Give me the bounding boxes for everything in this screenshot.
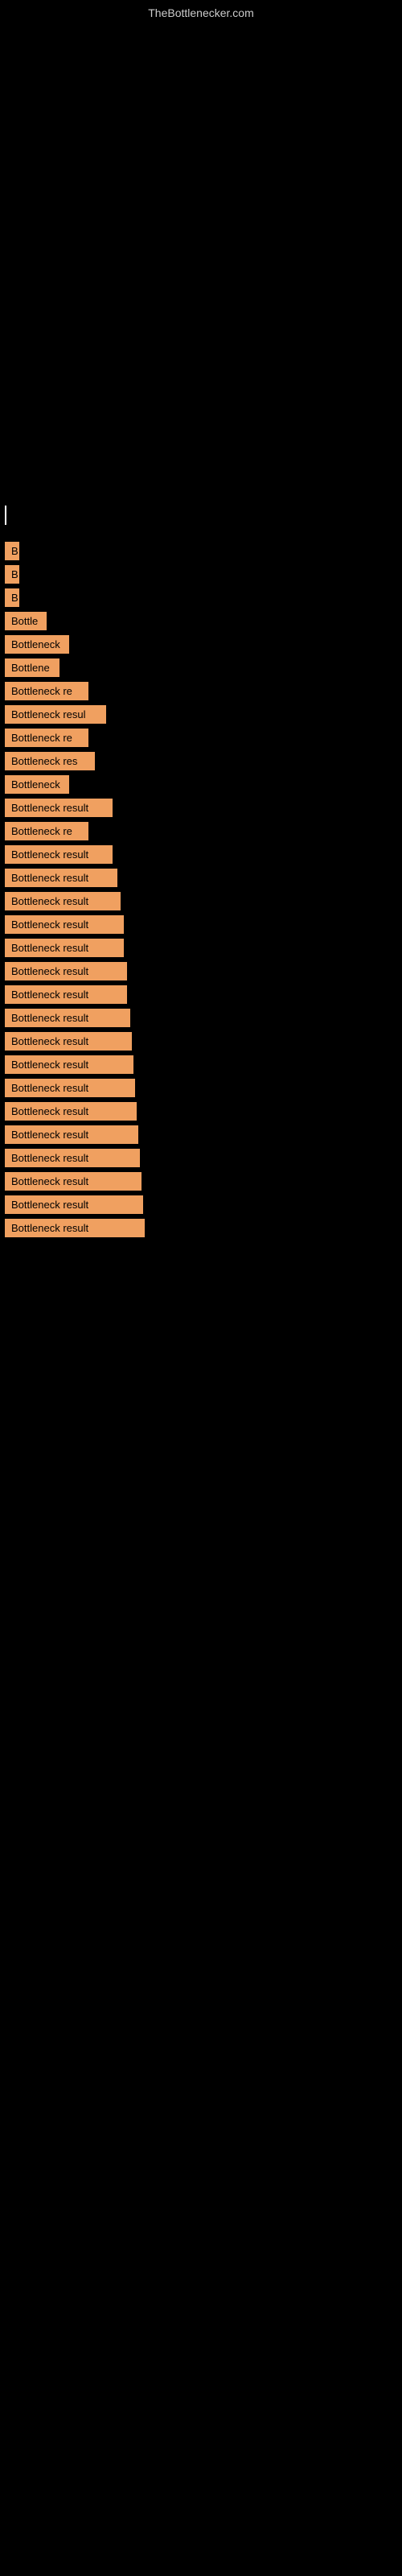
result-item-27[interactable]: Bottleneck result bbox=[5, 1149, 140, 1167]
result-item-3[interactable]: B bbox=[5, 588, 19, 607]
result-item-22[interactable]: Bottleneck result bbox=[5, 1032, 132, 1051]
result-item-14[interactable]: Bottleneck result bbox=[5, 845, 113, 864]
result-item-8[interactable]: Bottleneck resul bbox=[5, 705, 106, 724]
site-title: TheBottlenecker.com bbox=[0, 0, 402, 23]
result-item-4[interactable]: Bottle bbox=[5, 612, 47, 630]
result-item-16[interactable]: Bottleneck result bbox=[5, 892, 121, 910]
result-item-18[interactable]: Bottleneck result bbox=[5, 939, 124, 957]
result-item-10[interactable]: Bottleneck res bbox=[5, 752, 95, 770]
result-item-7[interactable]: Bottleneck re bbox=[5, 682, 88, 700]
result-item-25[interactable]: Bottleneck result bbox=[5, 1102, 137, 1121]
result-item-28[interactable]: Bottleneck result bbox=[5, 1172, 142, 1191]
result-item-11[interactable]: Bottleneck bbox=[5, 775, 69, 794]
result-item-13[interactable]: Bottleneck re bbox=[5, 822, 88, 840]
result-item-5[interactable]: Bottleneck bbox=[5, 635, 69, 654]
result-item-24[interactable]: Bottleneck result bbox=[5, 1079, 135, 1097]
result-item-21[interactable]: Bottleneck result bbox=[5, 1009, 130, 1027]
result-item-9[interactable]: Bottleneck re bbox=[5, 729, 88, 747]
result-item-19[interactable]: Bottleneck result bbox=[5, 962, 127, 980]
result-item-23[interactable]: Bottleneck result bbox=[5, 1055, 133, 1074]
items-container: BBBBottleBottleneckBottleneBottleneck re… bbox=[0, 506, 402, 1237]
result-item-29[interactable]: Bottleneck result bbox=[5, 1195, 143, 1214]
result-item-2[interactable]: B bbox=[5, 565, 19, 584]
cursor-line bbox=[5, 506, 6, 525]
result-item-20[interactable]: Bottleneck result bbox=[5, 985, 127, 1004]
result-item-12[interactable]: Bottleneck result bbox=[5, 799, 113, 817]
result-item-6[interactable]: Bottlene bbox=[5, 658, 59, 677]
result-item-15[interactable]: Bottleneck result bbox=[5, 869, 117, 887]
result-item-26[interactable]: Bottleneck result bbox=[5, 1125, 138, 1144]
result-item-17[interactable]: Bottleneck result bbox=[5, 915, 124, 934]
result-item-1[interactable]: B bbox=[5, 542, 19, 560]
result-item-30[interactable]: Bottleneck result bbox=[5, 1219, 145, 1237]
